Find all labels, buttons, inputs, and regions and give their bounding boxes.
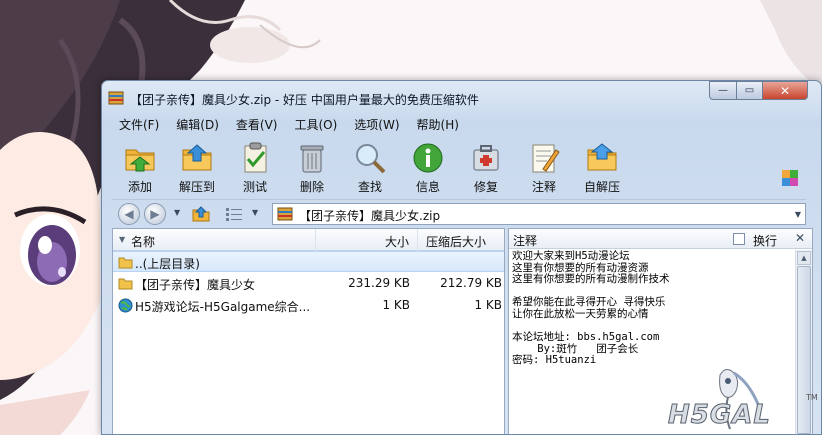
minimize-button[interactable]: — xyxy=(709,81,737,100)
file-name: 【团子亲传】魔具少女 xyxy=(135,278,256,292)
skin-icon[interactable] xyxy=(782,170,798,186)
column-name-label: 名称 xyxy=(131,235,156,249)
comment-icon xyxy=(532,144,560,173)
internet-shortcut-icon xyxy=(118,298,133,313)
file-size: 1 KB xyxy=(382,298,410,312)
file-size: 231.29 KB xyxy=(348,276,410,290)
comment-button[interactable]: 注释 xyxy=(516,139,572,195)
info-icon xyxy=(413,143,443,173)
comment-panel-header: 注释 换行 ✕ xyxy=(509,229,812,249)
comment-panel-title: 注释 xyxy=(513,234,538,248)
comment-label: 注释 xyxy=(531,180,556,194)
back-button[interactable]: ◀ xyxy=(118,203,140,225)
up-folder-icon[interactable] xyxy=(192,205,210,223)
menu-help[interactable]: 帮助(H) xyxy=(409,114,468,134)
menu-options[interactable]: 选项(W) xyxy=(346,114,408,134)
history-dropdown-icon[interactable]: ▼ xyxy=(174,208,180,217)
list-item-shortcut[interactable]: H5游戏论坛-H5Galgame综合... 1 KB 1 KB xyxy=(113,295,504,316)
sfx-button[interactable]: 自解压 xyxy=(574,139,630,195)
repair-icon xyxy=(473,145,499,171)
menu-edit[interactable]: 编辑(D) xyxy=(168,114,228,134)
extract-label: 解压到 xyxy=(178,180,215,194)
folder-icon xyxy=(118,278,133,290)
sfx-icon xyxy=(587,143,617,171)
list-item-parent[interactable]: ..(上层目录) xyxy=(113,251,504,272)
test-button[interactable]: 测试 xyxy=(227,139,283,195)
repair-button[interactable]: 修复 xyxy=(458,139,514,195)
extract-button[interactable]: 解压到 xyxy=(169,139,225,195)
scroll-up-icon[interactable]: ▲ xyxy=(797,251,811,265)
comment-text[interactable]: 欢迎大家来到H5动漫论坛 这里有你想要的所有动漫资源 这里有你想要的所有动漫制作… xyxy=(512,250,790,367)
parent-folder-icon xyxy=(118,257,133,269)
column-size-label: 大小 xyxy=(384,235,409,249)
archive-app-icon xyxy=(108,91,124,105)
find-label: 查找 xyxy=(357,180,382,194)
menu-tools[interactable]: 工具(O) xyxy=(286,114,346,134)
word-wrap-label: 换行 xyxy=(753,234,778,248)
delete-icon xyxy=(300,145,324,173)
extract-icon xyxy=(182,144,212,171)
find-icon xyxy=(356,144,386,174)
address-path: 【团子亲传】魔具少女.zip xyxy=(299,209,441,223)
view-mode-dropdown-icon[interactable]: ▼ xyxy=(252,208,258,217)
file-name: H5游戏论坛-H5Galgame综合... xyxy=(135,300,311,314)
column-header: ▼ 名称 大小 压缩后大小 xyxy=(113,229,506,251)
file-packed-size: 1 KB xyxy=(474,298,502,312)
file-packed-size: 212.79 KB xyxy=(440,276,502,290)
maximize-button[interactable]: ▭ xyxy=(736,81,763,100)
forward-button[interactable]: ▶ xyxy=(144,203,166,225)
column-packed[interactable]: 压缩后大小 xyxy=(418,229,506,251)
menu-bar: 文件(F) 编辑(D) 查看(V) 工具(O) 选项(W) 帮助(H) xyxy=(111,114,468,134)
info-button[interactable]: 信息 xyxy=(400,139,456,195)
window-title: 【团子亲传】魔具少女.zip - 好压 中国用户量最大的免费压缩软件 xyxy=(130,93,479,107)
add-icon xyxy=(125,149,155,172)
logo-trademark: TM xyxy=(806,393,818,402)
archive-icon xyxy=(277,207,293,221)
column-packed-label: 压缩后大小 xyxy=(426,235,487,249)
view-mode-icon[interactable] xyxy=(226,207,242,221)
word-wrap-checkbox[interactable] xyxy=(733,233,745,245)
menu-view[interactable]: 查看(V) xyxy=(228,114,287,134)
add-label: 添加 xyxy=(127,180,152,194)
address-dropdown-icon[interactable]: ▼ xyxy=(795,210,801,219)
column-size[interactable]: 大小 xyxy=(316,229,418,251)
toolbar: 添加 解压到 测试 删除 查找 信息 修复 注释 自解压 xyxy=(112,139,812,195)
close-button[interactable]: ✕ xyxy=(762,81,808,100)
add-button[interactable]: 添加 xyxy=(112,139,168,195)
delete-label: 删除 xyxy=(299,180,324,194)
logo-text: H5GAL xyxy=(668,400,771,431)
address-field[interactable]: 【团子亲传】魔具少女.zip ▼ xyxy=(272,203,806,225)
column-name[interactable]: ▼ 名称 xyxy=(113,229,316,251)
comment-close-icon[interactable]: ✕ xyxy=(795,231,805,245)
test-label: 测试 xyxy=(242,180,267,194)
test-icon xyxy=(244,142,267,173)
delete-button[interactable]: 删除 xyxy=(284,139,340,195)
sfx-label: 自解压 xyxy=(583,180,620,194)
repair-label: 修复 xyxy=(473,180,498,194)
find-button[interactable]: 查找 xyxy=(342,139,398,195)
menu-file[interactable]: 文件(F) xyxy=(111,114,168,134)
info-label: 信息 xyxy=(415,180,440,194)
sort-ascending-icon: ▼ xyxy=(119,235,126,244)
file-list: ▼ 名称 大小 压缩后大小 ..(上层目录) 【团子亲传】魔具少女 231.29… xyxy=(112,228,506,434)
file-name: ..(上层目录) xyxy=(135,257,200,271)
address-bar: ◀ ▶ ▼ ▼ 【团子亲传】魔具少女.zip ▼ xyxy=(112,199,806,227)
list-item-folder[interactable]: 【团子亲传】魔具少女 231.29 KB 212.79 KB xyxy=(113,273,504,294)
